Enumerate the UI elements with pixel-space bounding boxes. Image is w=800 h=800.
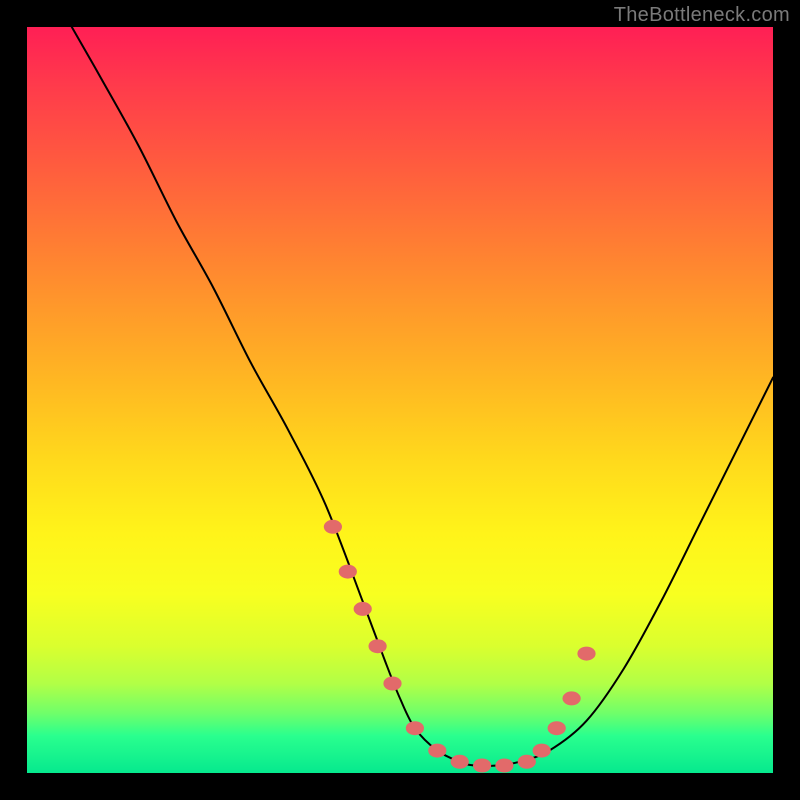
plot-area [27, 27, 773, 773]
marker-group [324, 520, 596, 773]
marker-point [428, 744, 446, 758]
marker-point [383, 677, 401, 691]
chart-stage: TheBottleneck.com [0, 0, 800, 800]
marker-point [406, 721, 424, 735]
marker-point [495, 759, 513, 773]
marker-point [533, 744, 551, 758]
marker-point [563, 691, 581, 705]
marker-point [473, 759, 491, 773]
marker-point [339, 565, 357, 579]
marker-point [548, 721, 566, 735]
watermark-text: TheBottleneck.com [614, 4, 790, 27]
marker-point [518, 755, 536, 769]
marker-point [324, 520, 342, 534]
marker-point [577, 647, 595, 661]
bottleneck-curve [72, 27, 773, 766]
marker-point [451, 755, 469, 769]
curve-svg [27, 27, 773, 773]
marker-point [354, 602, 372, 616]
marker-point [369, 639, 387, 653]
